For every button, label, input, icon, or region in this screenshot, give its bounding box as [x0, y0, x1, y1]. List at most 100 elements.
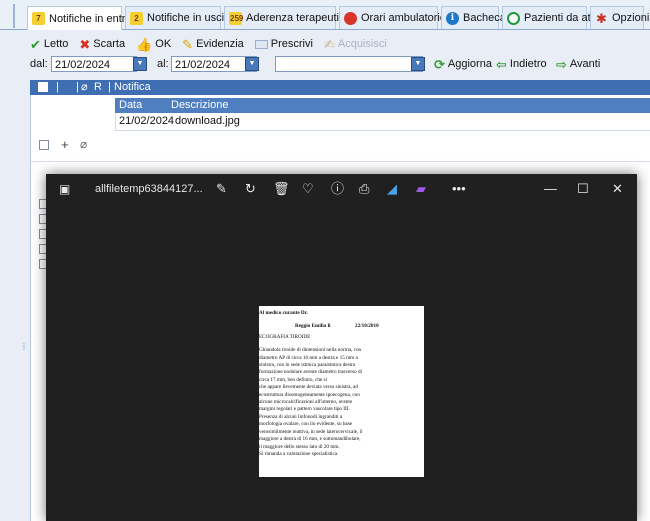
tab-label: Notifiche in uscita: [147, 12, 234, 24]
ok-label: OK: [155, 38, 172, 50]
acquisisci-button[interactable]: ✍ Acquisisci: [324, 38, 387, 51]
photo-viewer-window: ▣ allfiletemp63844127... ✎ ↻ 🗑 ♡ ⓘ ⎙ ◢ ▰…: [46, 174, 637, 521]
ok-button[interactable]: 👍 OK: [136, 38, 171, 51]
tab-opzioni[interactable]: ✱ Opzioni: [590, 6, 649, 29]
detail-grid-header: Data Descrizione: [115, 98, 650, 113]
delete-icon[interactable]: 🗑: [273, 182, 290, 196]
maximize-button[interactable]: ☐: [577, 182, 589, 196]
document-place-date: Reggio Emilia li 22/10/2010: [259, 323, 418, 330]
prescrivi-button[interactable]: Prescrivi: [254, 38, 313, 50]
detail-row[interactable]: 21/02/2024 download.jpg: [115, 113, 650, 131]
badge-count: 7: [32, 12, 45, 25]
photos-app-icon: ▣: [59, 182, 71, 196]
al-label: al:: [157, 58, 169, 70]
column-notifica[interactable]: Notifica: [114, 80, 151, 95]
document-body: Ghiandola tiroide di dimensioni nella no…: [259, 347, 418, 458]
al-dropdown-button[interactable]: ▼: [245, 57, 259, 71]
tab-pazienti-da-attivare[interactable]: Pazienti da attivare: [502, 6, 618, 29]
row-separator: [31, 161, 650, 167]
evidenzia-label: Evidenzia: [196, 38, 244, 50]
letto-button[interactable]: ✔ Letto: [30, 38, 68, 51]
column-r[interactable]: R: [94, 80, 102, 95]
header-sep: |: [56, 81, 59, 93]
tab-label: Orari ambulatorio: [361, 12, 446, 24]
resize-grip-icon[interactable]: ⋮: [20, 343, 28, 351]
tab-orari-ambulatorio[interactable]: Orari ambulatorio: [339, 6, 446, 29]
tab-notifiche-in-entrata[interactable]: 7 Notifiche in entrata: [27, 6, 141, 30]
indietro-button[interactable]: ⇦ Indietro: [496, 56, 547, 72]
document-line: alcune microcalcificazioni all'interno, …: [259, 399, 353, 406]
tab-aderenza-terapeutica[interactable]: 259 Aderenza terapeutica: [224, 6, 351, 29]
action-toolbar: ✔ Letto ✖ Scarta 👍 OK ✎ Evidenzia Prescr…: [30, 34, 387, 54]
expand-plus-icon[interactable]: +: [61, 137, 69, 152]
column-descrizione[interactable]: Descrizione: [171, 98, 228, 113]
app-window: 7 Notifiche in entrata 2 Notifiche in us…: [0, 0, 650, 521]
document-line: formazione nodulare avente diametro tras…: [259, 369, 362, 376]
document-line: sinistra, con in sede istmica paraistmic…: [259, 362, 356, 369]
document-line: diametro AP di circa 16 mm a destra e 15…: [259, 354, 358, 361]
document-line: maggiore a destra di 16 mm, e sottomandi…: [259, 436, 361, 443]
tab-bacheca[interactable]: i Bacheca: [441, 6, 506, 29]
indietro-label: Indietro: [509, 58, 547, 70]
filter-select[interactable]: [275, 56, 423, 72]
document-line: Presenza di alcuni linfonodi ingranditi …: [259, 413, 343, 420]
dal-dropdown-button[interactable]: ▼: [133, 57, 147, 71]
minimize-button[interactable]: —: [544, 182, 557, 196]
column-data[interactable]: Data: [119, 98, 142, 113]
badge-count: 259: [229, 11, 244, 25]
refresh-icon: ⟳: [434, 56, 445, 72]
scarta-label: Scarta: [93, 38, 126, 50]
avanti-button[interactable]: ⇨ Avanti: [556, 56, 600, 72]
aggiorna-label: Aggiorna: [447, 58, 492, 70]
close-button[interactable]: ✕: [612, 182, 623, 196]
row-checkbox[interactable]: [39, 140, 49, 150]
info-icon[interactable]: ⓘ: [331, 182, 344, 196]
letto-label: Letto: [43, 38, 69, 50]
badge-count: 2: [130, 11, 143, 25]
paperclip-icon: ⌀: [81, 81, 88, 93]
filter-select-dropdown-button[interactable]: ▼: [411, 57, 425, 71]
document-line: ecostruttura disomogeneamente ipoecogena…: [259, 391, 360, 398]
header-sep: |: [108, 81, 111, 93]
more-options-icon[interactable]: •••: [452, 182, 466, 196]
power-icon: [507, 11, 520, 25]
splitter-handle[interactable]: [13, 4, 15, 28]
header-sep: |: [76, 81, 79, 93]
checkmark-icon: ✔: [30, 36, 41, 52]
dal-date-input[interactable]: 21/02/2024: [51, 56, 137, 72]
favorite-heart-icon[interactable]: ♡: [302, 182, 314, 196]
viewer-title: allfiletemp63844127...: [95, 183, 203, 195]
document-line: Ghiandola tiroide di dimensioni nella no…: [259, 347, 362, 354]
clipchamp-icon[interactable]: ▰: [416, 182, 426, 196]
select-all-checkbox[interactable]: [38, 82, 48, 92]
document-line: che appare lievemente deviata verso sini…: [259, 384, 358, 391]
thumbs-up-icon: 👍: [136, 36, 153, 52]
acquisisci-label: Acquisisci: [337, 38, 387, 50]
tab-notifiche-in-uscita[interactable]: 2 Notifiche in uscita: [125, 6, 233, 29]
rotate-icon[interactable]: ↻: [245, 182, 256, 196]
row-data: 21/02/2024: [119, 115, 175, 127]
paperclip-icon: ⌀: [80, 137, 88, 151]
evidenzia-button[interactable]: ✎ Evidenzia: [182, 38, 244, 51]
aggiorna-button[interactable]: ⟳ Aggiorna: [434, 56, 492, 72]
document-line: margini regolari e pattern vascolare tip…: [259, 406, 350, 413]
prescrivi-label: Prescrivi: [270, 38, 313, 50]
document-line: Si rimanda a valutazione specialistica.: [259, 450, 339, 457]
print-icon[interactable]: ⎙: [359, 182, 369, 196]
document-date: 22/10/2010: [355, 323, 379, 330]
viewer-titlebar: ▣ allfiletemp63844127... ✎ ↻ 🗑 ♡ ⓘ ⎙ ◢ ▰…: [46, 174, 637, 204]
edit-with-ai-icon[interactable]: ◢: [387, 182, 397, 196]
gear-icon: ✱: [596, 10, 607, 26]
highlight-icon: ✎: [182, 36, 194, 52]
tab-label: Bacheca: [463, 12, 506, 24]
edit-image-icon[interactable]: ✎: [216, 182, 227, 196]
prescription-icon: [254, 39, 268, 49]
avanti-label: Avanti: [569, 58, 601, 70]
info-icon: i: [446, 11, 459, 25]
document-line: morfologia ovalare, con ilo evidente, su…: [259, 421, 353, 428]
tab-strip: 7 Notifiche in entrata 2 Notifiche in us…: [0, 0, 650, 30]
row-descrizione: download.jpg: [175, 115, 240, 127]
scarta-button[interactable]: ✖ Scarta: [79, 38, 125, 51]
record-icon: [344, 11, 357, 25]
cross-icon: ✖: [79, 36, 91, 52]
